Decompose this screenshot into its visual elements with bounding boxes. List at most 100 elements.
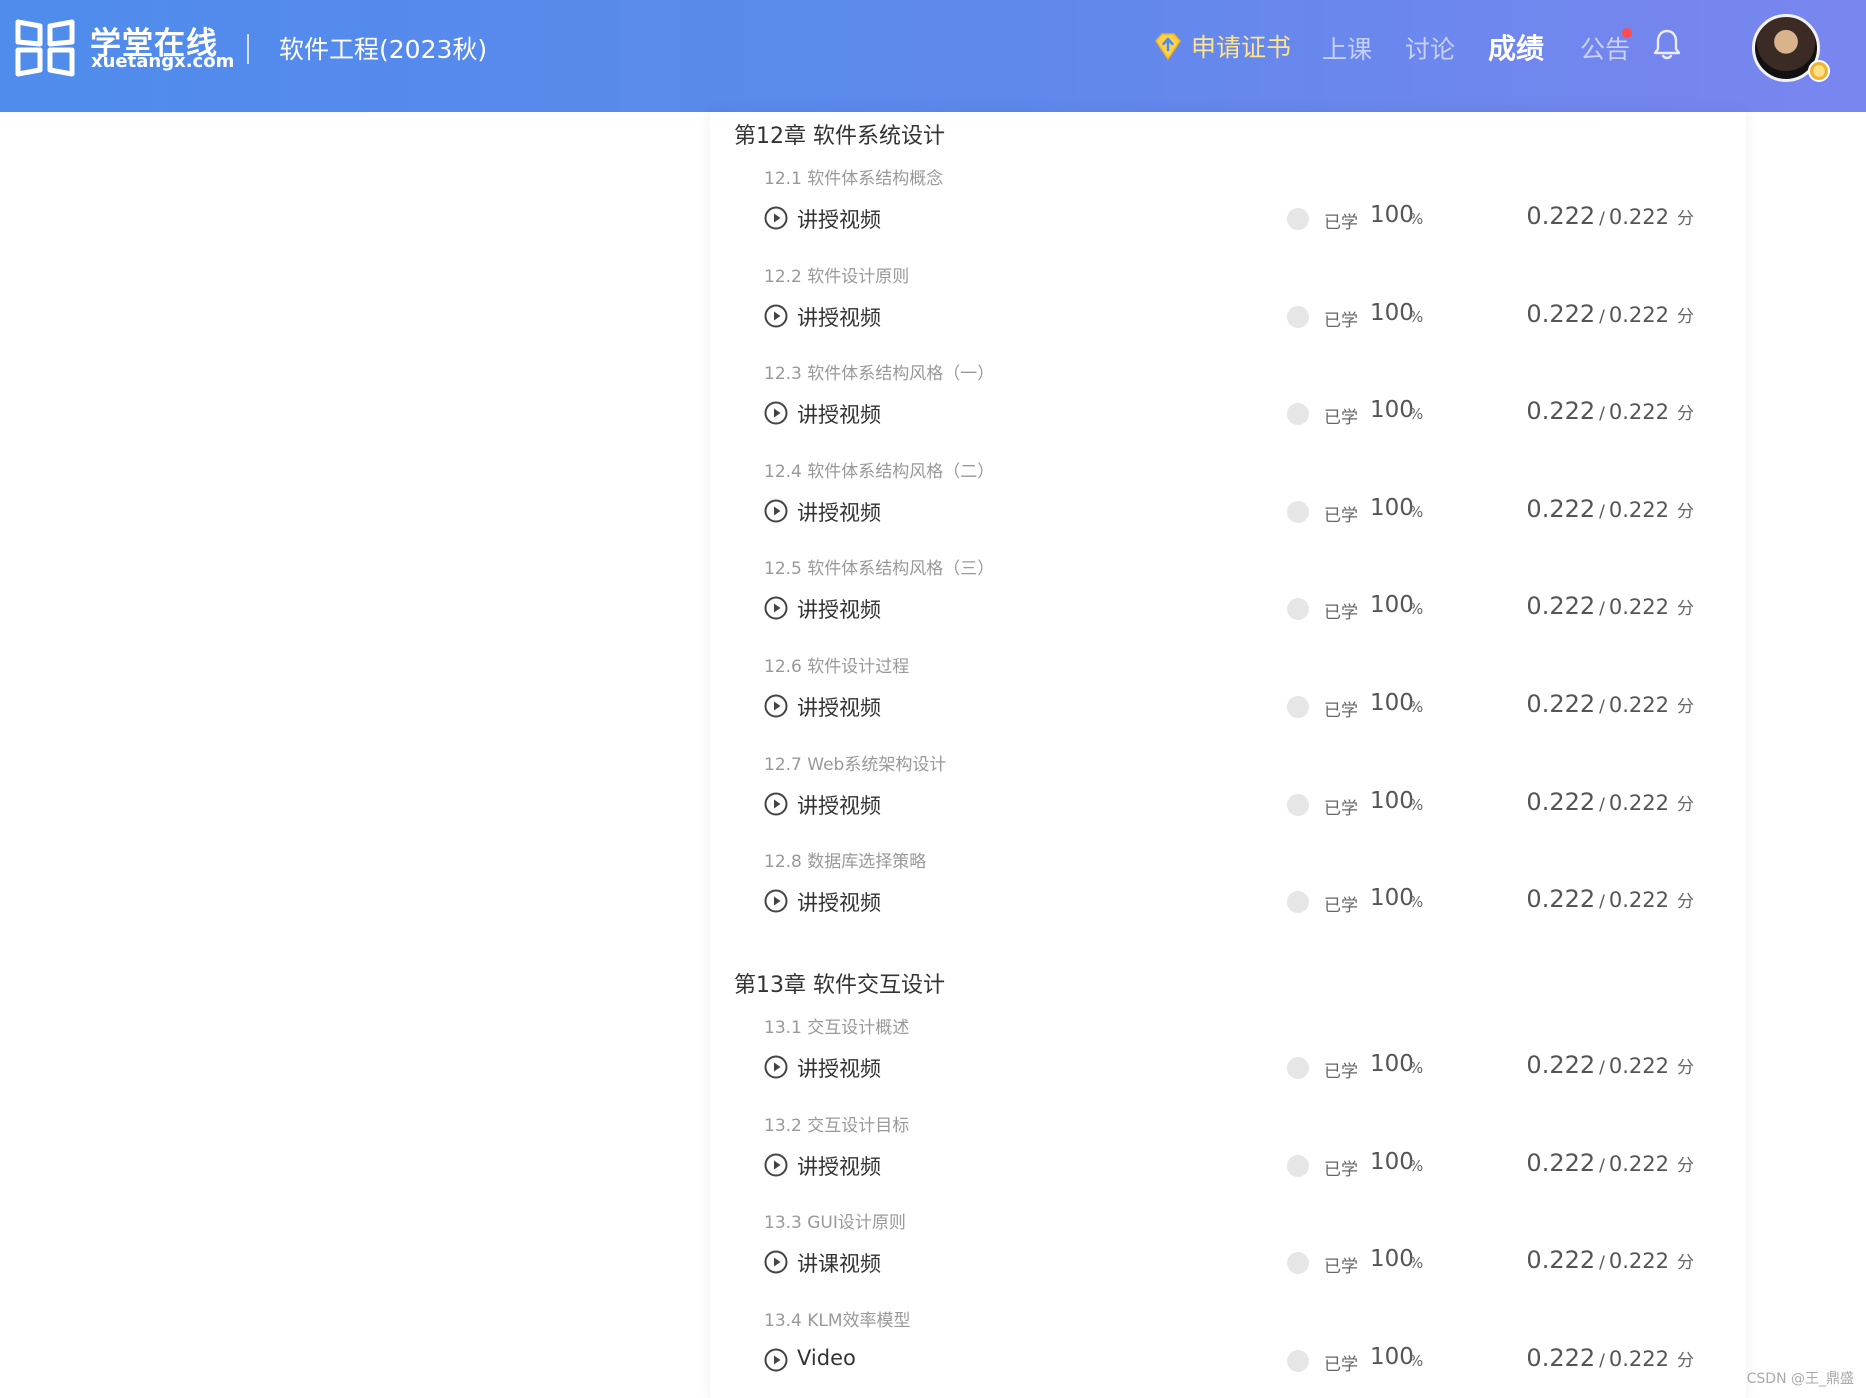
play-circle-icon[interactable] [764, 1055, 788, 1079]
lesson-item-label[interactable]: 讲授视频 [797, 594, 881, 624]
progress-percent-value: 100 [1370, 690, 1414, 716]
section-title: 12.5 软件体系结构风格（三） [764, 559, 995, 580]
percent-sign: % [1409, 1059, 1424, 1077]
lesson-item-row[interactable]: 讲授视频 已学 100% 0.222/0.222 分 [764, 786, 1694, 822]
completed-check-icon [1287, 1349, 1309, 1372]
lesson-item-row[interactable]: Video 已学 100% 0.222/0.222 分 [764, 1342, 1694, 1378]
bell-icon[interactable] [1652, 28, 1682, 62]
lesson-item-row[interactable]: 讲课视频 已学 100% 0.222/0.222 分 [764, 1244, 1694, 1280]
play-circle-icon[interactable] [764, 792, 788, 816]
course-title: 软件工程(2023秋) [279, 35, 488, 64]
earned-score: 0.222 [1526, 397, 1596, 426]
completed-check-icon [1287, 696, 1309, 718]
score-display: 0.222/0.222 分 [1526, 397, 1694, 425]
score-display: 0.222/0.222 分 [1526, 1149, 1694, 1177]
lesson-item-row[interactable]: 讲授视频 已学 100% 0.222/0.222 分 [764, 883, 1694, 919]
completed-check-icon [1287, 1252, 1309, 1275]
max-score: 0.222 [1608, 302, 1669, 327]
section-title: 13.1 交互设计概述 [764, 1018, 910, 1038]
earned-score: 0.222 [1526, 1051, 1596, 1079]
lesson-item-row[interactable]: 讲授视频 已学 100% 0.222/0.222 分 [764, 395, 1694, 431]
play-circle-icon[interactable] [764, 499, 788, 523]
score-unit: 分 [1677, 404, 1694, 425]
score-separator: / [1599, 892, 1605, 913]
score-unit: 分 [1677, 209, 1694, 229]
section-title: 12.2 软件设计原则 [764, 266, 910, 287]
max-score: 0.222 [1608, 400, 1669, 425]
lesson-item-row[interactable]: 讲授视频 已学 100% 0.222/0.222 分 [764, 298, 1694, 334]
logo-text-en[interactable]: xuetangx.com [91, 51, 234, 72]
earned-score: 0.222 [1526, 885, 1596, 914]
lesson-item-label[interactable]: 讲授视频 [797, 1151, 881, 1181]
score-separator: / [1599, 501, 1605, 522]
lesson-item-label[interactable]: 讲授视频 [797, 887, 881, 917]
lesson-item-row[interactable]: 讲授视频 已学 100% 0.222/0.222 分 [764, 493, 1694, 529]
percent-sign: % [1409, 600, 1424, 619]
lesson-item-label[interactable]: 讲授视频 [797, 790, 881, 820]
lesson-item-row[interactable]: 讲授视频 已学 100% 0.222/0.222 分 [764, 590, 1694, 626]
section-title: 13.3 GUI设计原则 [764, 1213, 906, 1234]
play-circle-icon[interactable] [764, 694, 788, 718]
lesson-item-row[interactable]: 讲授视频 已学 100% 0.222/0.222 分 [764, 1147, 1694, 1183]
completed-check-icon [1287, 403, 1309, 426]
lesson-item-label[interactable]: Video [797, 1346, 856, 1370]
completed-check-icon [1287, 891, 1309, 914]
learned-status-label: 已学 [1324, 310, 1358, 331]
score-display: 0.222/0.222 分 [1526, 788, 1694, 816]
earned-score: 0.222 [1526, 494, 1596, 523]
play-circle-icon[interactable] [764, 401, 788, 425]
section-title: 12.7 Web系统架构设计 [764, 754, 947, 775]
learned-status-label: 已学 [1324, 1062, 1358, 1082]
lesson-item-row[interactable]: 讲授视频 已学 100% 0.222/0.222 分 [764, 688, 1694, 724]
lesson-item-label[interactable]: 讲授视频 [797, 204, 881, 234]
play-circle-icon[interactable] [764, 889, 788, 913]
progress-percent-value: 100 [1370, 787, 1414, 814]
header-divider [247, 34, 249, 64]
percent-sign: % [1409, 1156, 1424, 1175]
progress-percent-value: 100 [1370, 592, 1414, 619]
nav-tab-class[interactable]: 上课 [1322, 30, 1372, 66]
score-separator: / [1599, 1253, 1605, 1274]
learned-status-label: 已学 [1324, 1159, 1358, 1180]
score-display: 0.222/0.222 分 [1526, 300, 1694, 328]
learned-status-label: 已学 [1324, 896, 1358, 917]
xuetangx-logo-icon[interactable] [14, 16, 76, 78]
section-title: 13.4 KLM效率模型 [764, 1310, 911, 1331]
lesson-item-label[interactable]: 讲授视频 [797, 1053, 881, 1083]
score-separator: / [1599, 1155, 1605, 1176]
play-circle-icon[interactable] [764, 206, 788, 230]
score-unit: 分 [1677, 1350, 1694, 1371]
progress-percent-value: 100 [1370, 299, 1414, 326]
nav-tab-grades[interactable]: 成绩 [1488, 27, 1544, 67]
completed-check-icon [1287, 793, 1309, 816]
lesson-item-row[interactable]: 讲授视频 已学 100% 0.222/0.222 分 [764, 200, 1694, 236]
apply-certificate-button[interactable]: 申请证书 [1153, 26, 1291, 66]
nav-tab-discussion[interactable]: 讨论 [1405, 30, 1455, 66]
section-title: 13.2 交互设计目标 [764, 1115, 910, 1136]
section-title: 12.1 软件体系结构概念 [764, 169, 944, 189]
score-display: 0.222/0.222 分 [1526, 1246, 1694, 1274]
score-unit: 分 [1677, 1058, 1694, 1078]
lesson-item-label[interactable]: 讲课视频 [797, 1248, 881, 1278]
progress-percent-value: 100 [1370, 1343, 1414, 1370]
score-display: 0.222/0.222 分 [1526, 592, 1694, 620]
score-separator: / [1599, 794, 1605, 815]
score-unit: 分 [1677, 794, 1694, 815]
lesson-item-label[interactable]: 讲授视频 [797, 302, 881, 332]
play-circle-icon[interactable] [764, 1250, 788, 1274]
score-display: 0.222/0.222 分 [1526, 495, 1694, 523]
lesson-item-row[interactable]: 讲授视频 已学 100% 0.222/0.222 分 [764, 1049, 1694, 1085]
lesson-item-label[interactable]: 讲授视频 [797, 497, 881, 527]
learned-status-label: 已学 [1324, 603, 1358, 624]
lesson-item-label[interactable]: 讲授视频 [797, 399, 881, 429]
play-circle-icon[interactable] [764, 1153, 788, 1177]
section-title: 12.3 软件体系结构风格（一） [764, 364, 995, 385]
play-circle-icon[interactable] [764, 596, 788, 620]
score-unit: 分 [1677, 1253, 1694, 1274]
progress-percent-value: 100 [1370, 885, 1414, 912]
play-circle-icon[interactable] [764, 1348, 788, 1372]
play-circle-icon[interactable] [764, 304, 788, 328]
lesson-item-label[interactable]: 讲授视频 [797, 692, 881, 722]
earned-score: 0.222 [1526, 787, 1596, 816]
max-score: 0.222 [1608, 1054, 1669, 1078]
